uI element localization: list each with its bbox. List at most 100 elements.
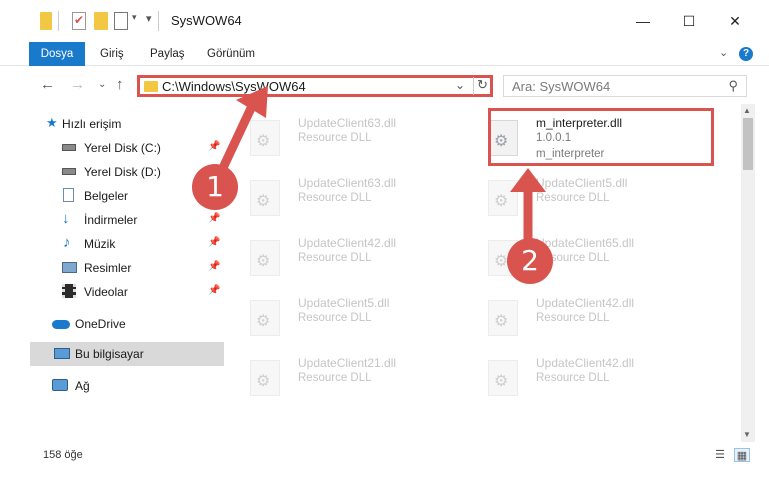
drive-icon (62, 168, 76, 175)
file-tile[interactable]: ⚙ UpdateClient21.dll Resource DLL (236, 348, 460, 406)
ribbon-expand-icon[interactable]: ⌄ (719, 46, 728, 59)
file-name: UpdateClient42.dll (536, 356, 635, 370)
sidebar-item-label: Yerel Disk (D:) (84, 165, 161, 179)
address-bar[interactable]: C:\Windows\SysWOW64 ⌄ ↻ (137, 75, 493, 97)
pin-icon[interactable]: 📌 (208, 237, 220, 248)
address-text[interactable]: C:\Windows\SysWOW64 (162, 79, 306, 94)
file-name: UpdateClient63.dll (298, 116, 397, 130)
close-button[interactable]: ✕ (712, 8, 758, 34)
sidebar-item-label: Videolar (84, 285, 128, 299)
document-icon (63, 188, 74, 202)
address-dropdown-icon[interactable]: ⌄ (455, 78, 465, 92)
customize-icon[interactable] (114, 12, 128, 30)
sidebar-item-label: Müzik (84, 237, 116, 251)
file-tile[interactable]: ⚙ UpdateClient5.dll Resource DLL (236, 288, 460, 346)
minimize-button[interactable]: — (620, 8, 666, 34)
file-type: Resource DLL (298, 252, 372, 264)
file-tile[interactable]: ⚙ UpdateClient42.dll Resource DLL (236, 228, 460, 286)
highlight-box (488, 108, 714, 166)
sidebar-item-onedrive[interactable]: OneDrive (30, 312, 224, 336)
tab-share[interactable]: Paylaş (150, 42, 185, 66)
dll-file-icon: ⚙ (488, 300, 518, 336)
dll-file-icon: ⚙ (250, 180, 280, 216)
sidebar-item-downloads[interactable]: ↓ İndirmeler 📌 (30, 208, 224, 232)
file-tile[interactable]: ⚙ UpdateClient5.dll Resource DLL (474, 168, 698, 226)
scroll-thumb[interactable] (743, 118, 753, 170)
status-bar: 158 öğe ☰ ▦ (0, 444, 769, 466)
sidebar-item-music[interactable]: ♪ Müzik 📌 (30, 232, 224, 256)
step-marker-2: 2 (507, 238, 553, 284)
dll-file-icon: ⚙ (250, 300, 280, 336)
pin-icon[interactable]: 📌 (208, 261, 220, 272)
file-name: UpdateClient65.dll (536, 236, 635, 250)
tab-file[interactable]: Dosya (29, 42, 85, 66)
sidebar-item-this-pc[interactable]: Bu bilgisayar (30, 342, 224, 366)
refresh-button[interactable]: ↻ (473, 77, 491, 95)
details-view-icon[interactable]: ☰ (712, 448, 728, 462)
large-icons-view-icon[interactable]: ▦ (734, 448, 750, 462)
vertical-scrollbar[interactable]: ▲ ▼ (741, 104, 755, 442)
forward-button[interactable]: → (70, 76, 85, 93)
properties-icon[interactable]: ✔ (72, 12, 86, 30)
sidebar-item-label: İndirmeler (84, 213, 138, 227)
file-name: UpdateClient42.dll (536, 296, 635, 310)
quick-access-chevron-icon[interactable]: ▾ (132, 12, 137, 30)
video-icon (62, 284, 76, 298)
help-icon[interactable]: ? (739, 47, 753, 61)
file-tile[interactable]: ⚙ UpdateClient63.dll Resource DLL (236, 168, 460, 226)
navigation-bar: ← → ⌄ ↑ C:\Windows\SysWOW64 ⌄ ↻ Ara: Sys… (0, 67, 769, 105)
dll-file-icon: ⚙ (488, 360, 518, 396)
file-name: UpdateClient5.dll (536, 176, 628, 190)
sidebar-item-label: Hızlı erişim (62, 117, 122, 131)
dll-file-icon: ⚙ (250, 120, 280, 156)
sidebar-item-network[interactable]: Ağ (30, 374, 224, 398)
sidebar-item-quick-access[interactable]: ★ Hızlı erişim (30, 112, 224, 136)
dll-file-icon: ⚙ (250, 360, 280, 396)
sidebar-item-label: Yerel Disk (C:) (84, 141, 161, 155)
up-button[interactable]: ↑ (116, 76, 124, 93)
maximize-button[interactable]: ☐ (666, 8, 712, 34)
sidebar-item-label: Resimler (84, 261, 132, 275)
search-input[interactable]: Ara: SysWOW64 ⚲ (503, 75, 747, 97)
file-tile[interactable]: ⚙ UpdateClient42.dll Resource DLL (474, 348, 698, 406)
item-count: 158 öğe (43, 449, 83, 461)
file-tile[interactable]: ⚙ UpdateClient42.dll Resource DLL (474, 288, 698, 346)
customize-toolbar-icon[interactable]: ▾ (146, 12, 152, 30)
star-icon: ★ (46, 115, 58, 130)
file-type: Resource DLL (298, 372, 372, 384)
separator (158, 11, 159, 31)
file-type: Resource DLL (536, 312, 610, 324)
tab-view[interactable]: Görünüm (207, 42, 255, 66)
sidebar-item-videos[interactable]: Videolar 📌 (30, 280, 224, 304)
scroll-down-icon[interactable]: ▼ (743, 430, 751, 439)
file-name: UpdateClient21.dll (298, 356, 397, 370)
new-folder-icon[interactable] (94, 12, 108, 30)
music-icon: ♪ (63, 234, 71, 251)
file-type: Resource DLL (298, 192, 372, 204)
file-tile[interactable]: ⚙ UpdateClient63.dll Resource DLL (236, 108, 460, 166)
back-button[interactable]: ← (40, 76, 55, 93)
separator (58, 11, 59, 31)
dll-file-icon: ⚙ (250, 240, 280, 276)
sidebar-item-label: Bu bilgisayar (75, 347, 144, 361)
recent-locations-button[interactable]: ⌄ (98, 79, 106, 90)
sidebar-item-label: Ağ (75, 379, 90, 393)
cloud-icon (52, 320, 70, 329)
sidebar-item-drive-c[interactable]: Yerel Disk (C:) 📌 (30, 136, 224, 160)
sidebar-item-pictures[interactable]: Resimler 📌 (30, 256, 224, 280)
pin-icon[interactable]: 📌 (208, 141, 220, 152)
scroll-up-icon[interactable]: ▲ (743, 106, 751, 115)
ribbon: Dosya Giriş Paylaş Görünüm ⌄ ? (0, 42, 769, 66)
tab-home[interactable]: Giriş (100, 42, 124, 66)
dll-file-icon: ⚙ (488, 180, 518, 216)
download-icon: ↓ (62, 210, 70, 227)
step-marker-1: 1 (192, 164, 238, 210)
search-icon[interactable]: ⚲ (728, 78, 738, 94)
file-type: Resource DLL (298, 132, 372, 144)
window-title: SysWOW64 (171, 13, 242, 28)
pin-icon[interactable]: 📌 (208, 213, 220, 224)
pictures-icon (62, 262, 77, 273)
pin-icon[interactable]: 📌 (208, 285, 220, 296)
title-bar: ✔ ▾ ▾ SysWOW64 — ☐ ✕ (0, 0, 769, 40)
navigation-pane: ★ Hızlı erişim Yerel Disk (C:) 📌 Yerel D… (30, 108, 224, 438)
